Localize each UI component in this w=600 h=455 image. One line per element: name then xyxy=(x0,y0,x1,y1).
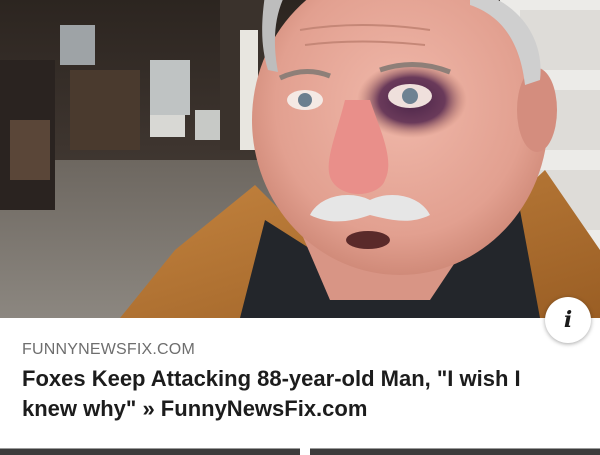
next-ad-thumbnail-right[interactable] xyxy=(310,448,600,455)
info-icon: i xyxy=(563,307,573,333)
sponsored-ad-card[interactable]: i FUNNYNEWSFIX.COM Foxes Keep Attacking … xyxy=(0,0,600,455)
ad-headline-link[interactable]: Foxes Keep Attacking 88-year-old Man, "I… xyxy=(22,364,562,424)
ad-source-label: FUNNYNEWSFIX.COM xyxy=(22,341,195,358)
next-ad-thumbnail-left[interactable] xyxy=(0,448,300,455)
ad-photo[interactable] xyxy=(0,0,600,318)
ad-photo-illustration xyxy=(0,0,600,318)
ad-info-button[interactable]: i xyxy=(545,297,591,343)
next-ad-preview-strip xyxy=(0,448,600,455)
